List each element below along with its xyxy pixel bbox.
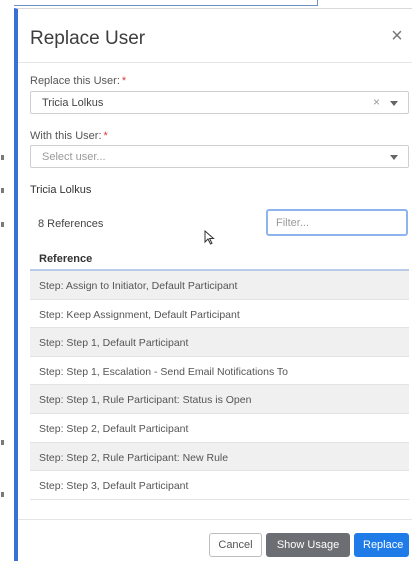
mouse-pointer-icon: [204, 230, 215, 245]
background-marker: [1, 155, 4, 160]
replace-user-select[interactable]: Tricia Lolkus ×: [30, 91, 409, 114]
replace-user-label-text: Replace this User:: [30, 75, 120, 87]
background-page-strip: [0, 0, 14, 561]
table-row[interactable]: Step: Step 1, Rule Participant: Status i…: [30, 385, 409, 414]
reference-user-name: Tricia Lolkus: [30, 184, 92, 196]
table-row[interactable]: Step: Step 2, Default Participant: [30, 414, 409, 443]
required-marker: *: [121, 75, 127, 87]
with-user-label-text: With this User:: [30, 130, 102, 142]
close-icon[interactable]: ×: [388, 26, 406, 46]
dialog-header: Replace User ×: [18, 9, 412, 63]
references-table: Reference Step: Assign to Initiator, Def…: [30, 245, 409, 500]
with-user-placeholder: Select user...: [42, 151, 106, 163]
reference-count: 8 References: [38, 218, 104, 230]
required-marker: *: [103, 130, 108, 142]
background-page-edge: [0, 0, 318, 6]
chevron-down-icon[interactable]: [390, 101, 398, 106]
with-user-select[interactable]: Select user...: [30, 145, 409, 168]
table-row[interactable]: Step: Step 1, Default Participant: [30, 328, 409, 357]
table-row[interactable]: Step: Step 1, Escalation - Send Email No…: [30, 357, 409, 386]
cancel-button[interactable]: Cancel: [209, 533, 262, 557]
with-user-label: With this User: *: [30, 130, 108, 142]
dialog-title: Replace User: [30, 28, 146, 49]
clear-selection-icon[interactable]: ×: [373, 95, 380, 109]
table-row[interactable]: Step: Step 2, Rule Participant: New Rule: [30, 442, 409, 472]
background-marker: [1, 188, 4, 193]
replace-button[interactable]: Replace: [354, 533, 409, 557]
column-header-reference: Reference: [30, 245, 409, 271]
table-row[interactable]: Step: Step 3, Default Participant: [30, 471, 409, 500]
chevron-down-icon[interactable]: [390, 155, 398, 160]
filter-input[interactable]: [266, 209, 408, 236]
show-usage-button[interactable]: Show Usage: [266, 533, 350, 557]
background-marker: [1, 440, 4, 445]
background-marker: [1, 492, 4, 497]
replace-user-dialog: Replace User × Replace this User: * Trici…: [14, 8, 412, 561]
background-marker: [1, 222, 4, 227]
replace-user-value: Tricia Lolkus: [42, 97, 104, 109]
dialog-footer: Cancel Show Usage Replace: [18, 519, 412, 561]
replace-user-label: Replace this User: *: [30, 75, 126, 87]
table-row[interactable]: Step: Keep Assignment, Default Participa…: [30, 300, 409, 329]
table-row[interactable]: Step: Assign to Initiator, Default Parti…: [30, 271, 409, 300]
